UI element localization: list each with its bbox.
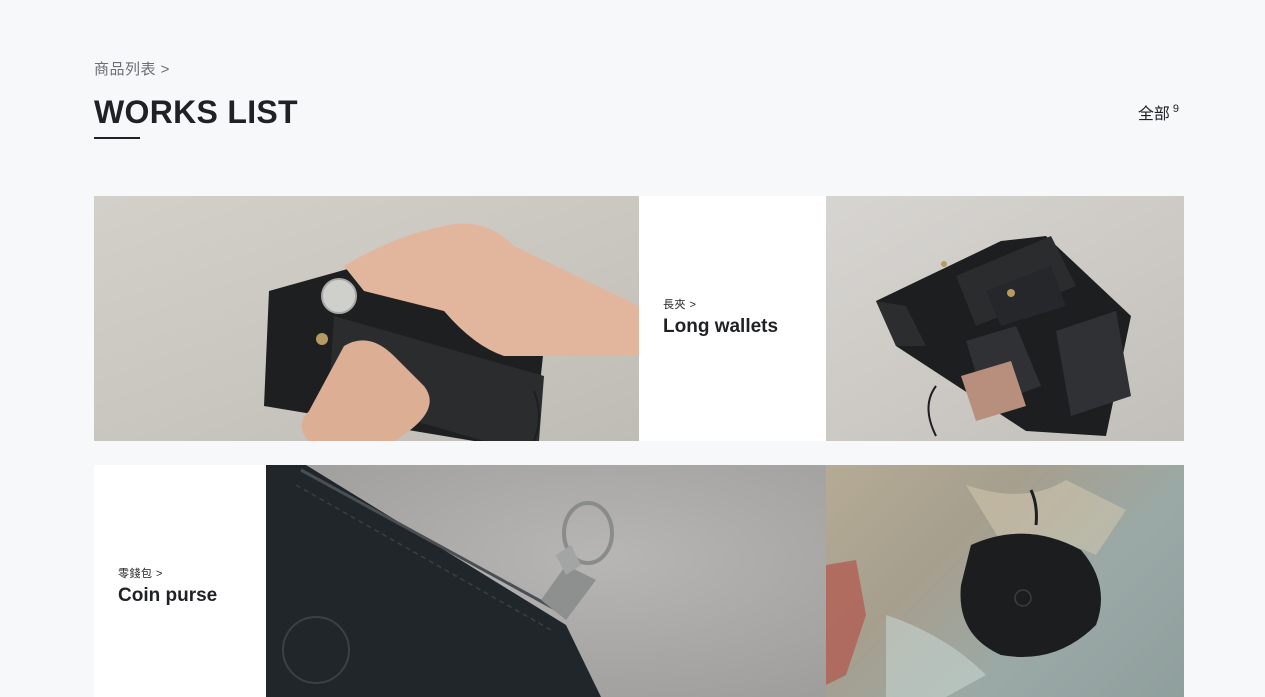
product-photo-coin-purse-zip[interactable]: [266, 465, 826, 697]
category-en-label: Long wallets: [663, 316, 779, 337]
category-tile-coin-purse[interactable]: 零錢包 > Coin purse: [94, 465, 266, 697]
breadcrumb[interactable]: 商品列表 >: [94, 58, 170, 79]
product-photo-long-wallet-open[interactable]: [826, 196, 1184, 441]
category-zh-label: 長夾 >: [663, 299, 697, 311]
filter-all[interactable]: 全部 9: [1138, 100, 1179, 124]
category-en-label: Coin purse: [118, 585, 218, 606]
category-tile-long-wallets[interactable]: 長夾 > Long wallets: [639, 196, 826, 441]
page-title: WORKS LIST: [94, 94, 298, 130]
product-photo-wallet-coin[interactable]: [94, 196, 639, 441]
filter-all-label: 全部: [1137, 106, 1170, 123]
title-underline: [94, 137, 140, 139]
filter-count: 9: [1172, 103, 1179, 115]
category-zh-label: 零錢包 >: [118, 568, 163, 580]
product-photo-square-coin-purse[interactable]: [826, 465, 1184, 697]
